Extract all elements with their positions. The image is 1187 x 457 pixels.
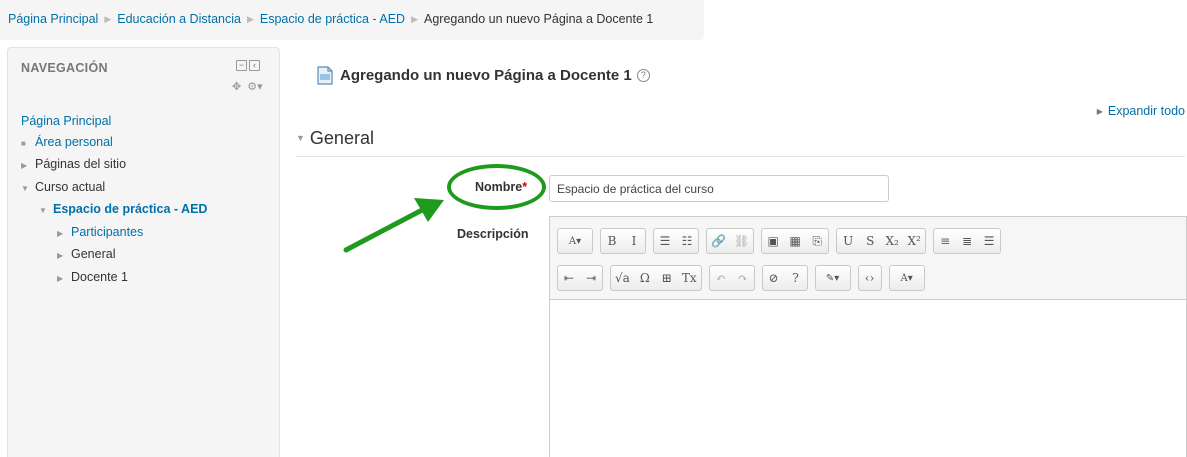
breadcrumb-link-course[interactable]: Espacio de práctica - AED [260,12,405,26]
block-actions: ✥ ⚙▾ [232,80,263,93]
breadcrumb-separator-icon: ▶ [411,14,419,24]
toolbar-group: BI [600,228,646,254]
toolbar-group: ⇤ ⇥ [557,265,603,291]
gear-icon[interactable]: ⚙▾ [247,80,262,93]
nombre-label: Nombre* [475,180,527,194]
chevron-right-icon[interactable]: ▶ [57,246,71,267]
toolbar-button-icon[interactable]: S [859,229,881,253]
toolbar-group: ☰ ☷ [653,228,699,254]
toolbar-button-icon[interactable]: ⇤ [558,266,580,290]
toolbar-button-icon[interactable]: ▣ [762,229,784,253]
toolbar-button-icon[interactable]: √a [611,266,634,290]
breadcrumb-separator-icon: ▶ [246,14,254,24]
section-general-title: General [309,128,374,148]
toolbar-row-1: A▾ B I ☰ ☷ 🔗 ⛓ ▣ ▦ ⎘ U S X₂ X² ≡ ≣ ☰ [557,227,1186,255]
toolbar-button-icon[interactable]: ✎▾ [816,266,850,290]
toolbar-button-icon[interactable]: ‹› [859,266,881,290]
nav-curso-actual[interactable]: Curso actual [35,180,105,194]
toolbar-button-icon[interactable]: U [837,229,859,253]
toolbar-group: ↶ ↷ [708,265,755,291]
toolbar-group: A▾ [557,228,593,254]
bullet-icon: ■ [21,138,26,148]
toolbar-button-icon[interactable]: ⇥ [580,266,602,290]
collapse-block-icon[interactable]: − [236,60,247,71]
nav-general[interactable]: General [71,247,115,261]
page-title: Agregando un nuevo Página a Docente 1 [340,67,632,84]
move-icon[interactable]: ✥ [232,80,241,93]
toolbar-group: ▣ ▦ ⎘ [761,228,830,254]
toolbar-button-icon[interactable]: ☰ [978,229,1000,253]
chevron-right-icon[interactable]: ▶ [57,224,71,245]
toolbar-group: U S X₂ X² [836,228,927,254]
nav-area-personal[interactable]: Área personal [35,135,113,149]
chevron-down-icon[interactable]: ▼ [39,201,53,222]
page-icon [317,66,333,85]
toolbar-button-icon[interactable]: Ω [634,266,656,290]
toolbar-button-icon[interactable]: 🔗 [707,229,730,253]
nombre-label-text: Nombre [475,180,523,194]
toolbar-button-icon[interactable]: ⛓ [730,229,753,253]
navigation-tree: Página Principal ■ Área personal ▶ Páginas… [21,111,207,289]
breadcrumb-link-home[interactable]: Página Principal [8,12,98,26]
nav-participantes[interactable]: Participantes [71,225,143,239]
toolbar-button-icon[interactable]: ☰ [654,229,676,253]
toolbar-button-icon[interactable]: ▦ [784,229,806,253]
rich-text-editor[interactable]: A▾ B I ☰ ☷ 🔗 ⛓ ▣ ▦ ⎘ U S X₂ X² ≡ ≣ ☰ ⇤ ⇥ √a Ω ⊞ Tx ↶ ↷ ⊘? ✎▾ ‹› A▾ [549,216,1187,457]
navigation-block: NAVEGACIÓN − ‹ ✥ ⚙▾ Página Principal ■ Ár… [7,47,280,457]
descripcion-label: Descripción [457,227,529,241]
toolbar-button-icon[interactable]: ⊘ [763,266,785,290]
chevron-down-icon[interactable]: ▼ [21,179,35,200]
chevron-right-icon[interactable]: ▶ [57,269,71,290]
editor-toolbar: A▾ B I ☰ ☷ 🔗 ⛓ ▣ ▦ ⎘ U S X₂ X² ≡ ≣ ☰ ⇤ ⇥ √a Ω ⊞ Tx ↶ ↷ ⊘? ✎▾ ‹› A▾ [550,217,1186,300]
toolbar-group: A▾ [888,265,925,291]
required-asterisk: * [522,180,528,194]
expand-all-label: Expandir todo [1107,104,1185,118]
expand-all-link[interactable]: ▶ Expandir todo [1097,104,1185,118]
toolbar-button-icon[interactable]: X₂ [881,229,903,253]
nav-docente[interactable]: Docente 1 [71,270,128,284]
toolbar-button-icon[interactable]: I [623,229,645,253]
page-heading: Agregando un nuevo Página a Docente 1 ? [317,66,650,85]
annotation-arrow-icon [343,198,444,253]
toolbar-button-icon[interactable]: B [601,229,623,253]
toolbar-group: ⊘? [761,265,808,291]
toolbar-group: ≡ ≣ ☰ [933,228,1002,254]
nav-home-link[interactable]: Página Principal [21,114,111,128]
nav-paginas-sitio[interactable]: Páginas del sitio [35,157,126,171]
toolbar-button-icon[interactable]: X² [903,229,925,253]
section-general-toggle[interactable]: ▼ General [296,128,374,149]
toolbar-row-2: ⇤ ⇥ √a Ω ⊞ Tx ↶ ↷ ⊘? ✎▾ ‹› A▾ [557,264,1186,292]
toolbar-group: √a Ω ⊞ Tx [610,265,702,291]
toolbar-group: 🔗 ⛓ [706,228,755,254]
toolbar-button-icon[interactable]: ≣ [956,229,978,253]
breadcrumb: Página Principal ▶ Educación a Distancia ▶ E… [0,0,704,40]
toolbar-button-icon[interactable]: ↷ [732,266,754,290]
breadcrumb-separator-icon: ▶ [104,14,112,24]
dock-block-icon[interactable]: ‹ [249,60,260,71]
breadcrumb-link-category[interactable]: Educación a Distancia [117,12,241,26]
toolbar-button-icon[interactable]: A▾ [558,229,592,253]
toolbar-button-icon[interactable]: ↶ [710,266,732,290]
toolbar-button-icon[interactable]: ⎘ [806,229,828,253]
triangle-right-icon: ▶ [1096,107,1103,116]
toolbar-button-icon[interactable]: Tx [678,266,701,290]
navigation-title: NAVEGACIÓN [21,61,108,75]
caret-down-icon: ▼ [296,133,305,143]
toolbar-button-icon[interactable]: ≡ [934,229,956,253]
help-icon[interactable]: ? [636,69,650,82]
nav-course[interactable]: Espacio de práctica - AED [53,202,207,216]
breadcrumb-current: Agregando un nuevo Página a Docente 1 [424,12,654,26]
block-controls: − ‹ [236,60,260,71]
toolbar-button-icon[interactable]: A▾ [890,266,924,290]
toolbar-button-icon[interactable]: ⊞ [656,266,678,290]
section-divider [296,156,1185,157]
toolbar-group: ✎▾ [814,265,851,291]
toolbar-button-icon[interactable]: ? [785,266,807,290]
editor-content-area[interactable] [550,300,1186,457]
chevron-right-icon[interactable]: ▶ [21,156,35,177]
nombre-input[interactable] [549,175,889,202]
toolbar-button-icon[interactable]: ☷ [676,229,698,253]
toolbar-group: ‹› [857,265,882,291]
